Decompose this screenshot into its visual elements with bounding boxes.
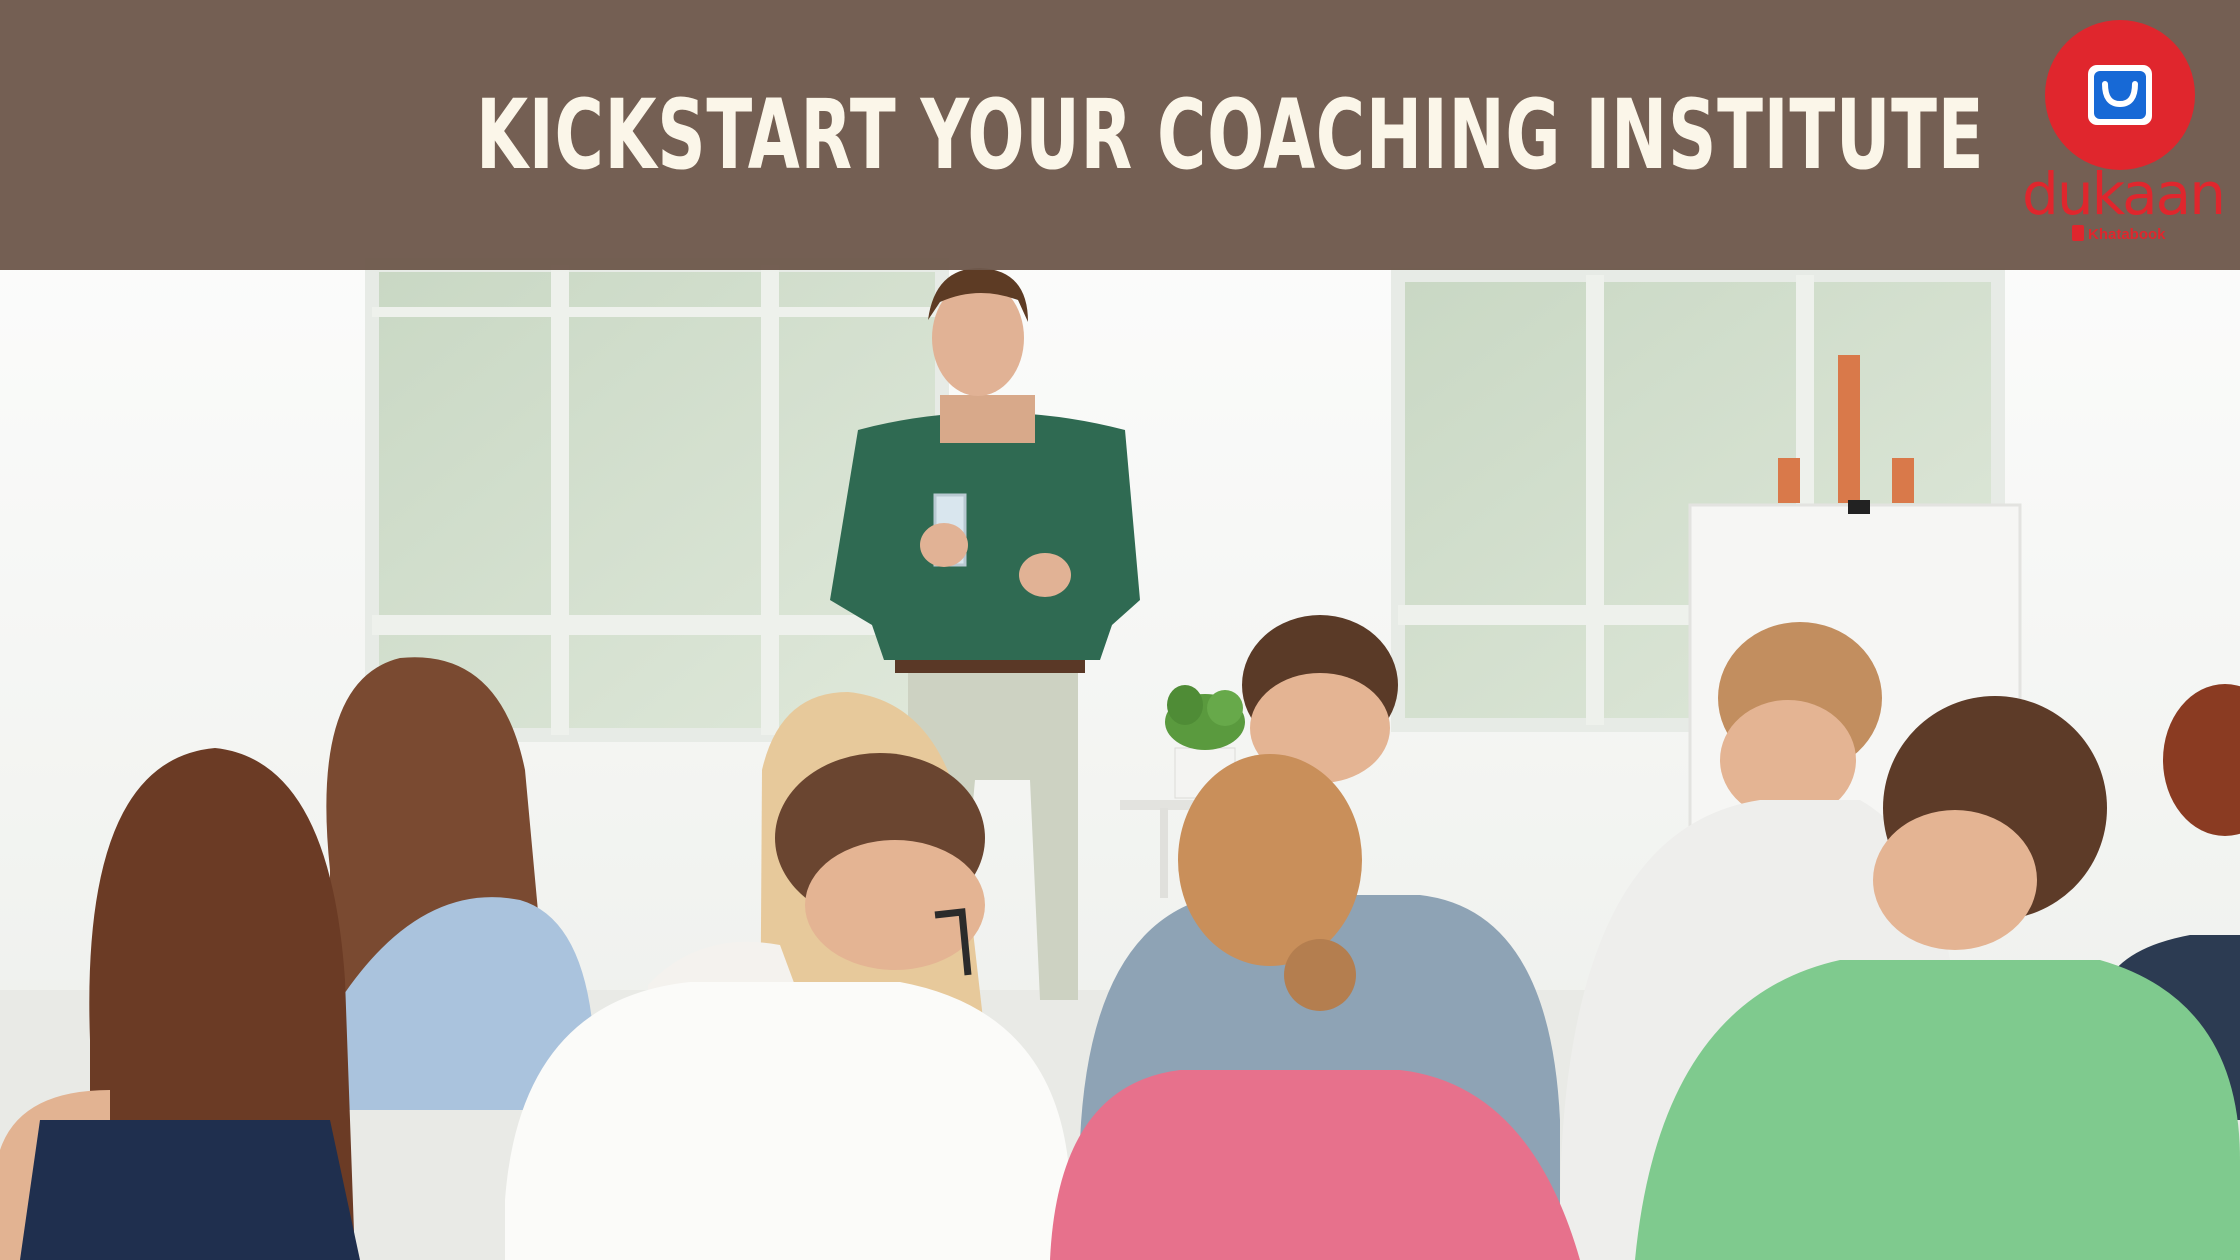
khatabook-icon bbox=[2072, 225, 2084, 241]
banner-title: KICKSTART YOUR COACHING INSTITUTE bbox=[476, 79, 1985, 191]
logo-subtext: Khatabook bbox=[2072, 224, 2192, 246]
logo-wordmark: dukaan bbox=[2022, 160, 2226, 228]
poster: KICKSTART YOUR COACHING INSTITUTE dukaan… bbox=[0, 0, 2240, 1260]
title-banner: KICKSTART YOUR COACHING INSTITUTE bbox=[0, 0, 2240, 270]
logo-subtext-label: Khatabook bbox=[2088, 226, 2166, 243]
shopping-bag-icon bbox=[2088, 65, 2152, 125]
dukaan-logo: dukaan Khatabook bbox=[2018, 14, 2228, 244]
